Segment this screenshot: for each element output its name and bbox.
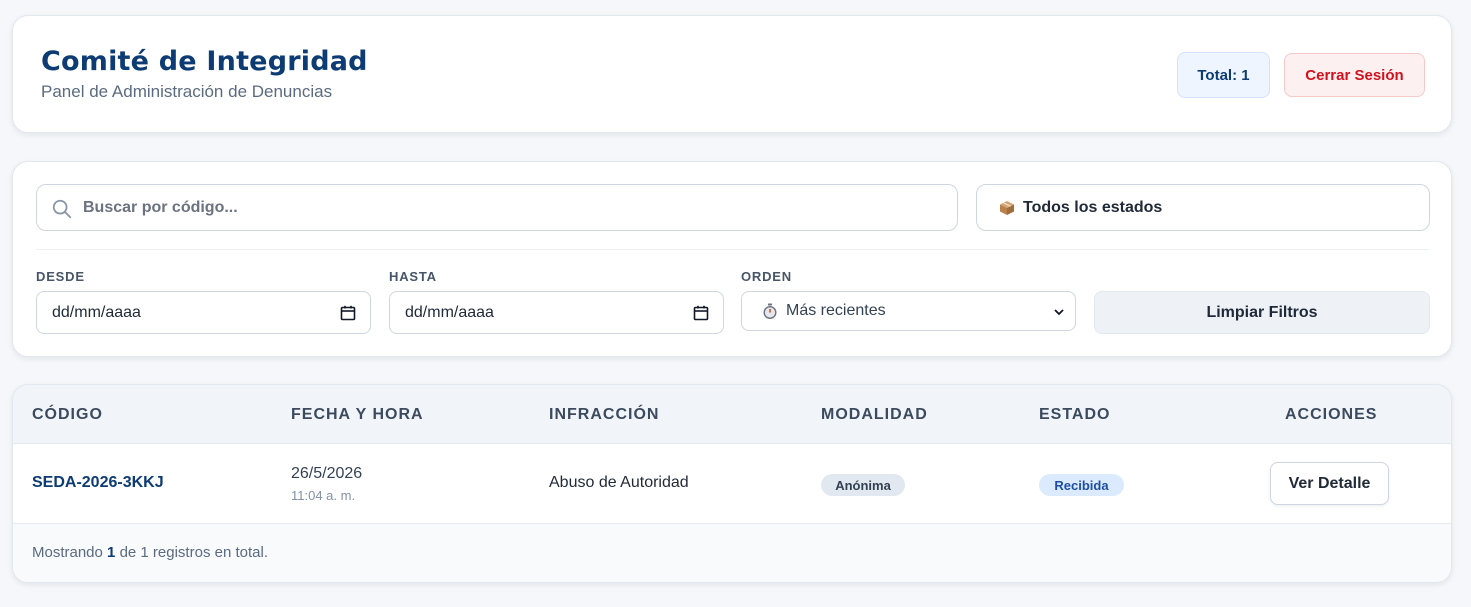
stopwatch-icon <box>763 303 777 319</box>
modality-badge: Anónima <box>821 474 905 496</box>
page-title: Comité de Integridad <box>41 46 368 77</box>
to-date-value: dd/mm/aaaa <box>405 303 494 321</box>
order-select[interactable]: Más recientes <box>741 291 1076 331</box>
column-header-datetime: FECHA Y HORA <box>291 406 424 423</box>
column-header-infraction: INFRACCIÓN <box>549 406 660 423</box>
search-box[interactable] <box>36 184 958 231</box>
table-footer: Mostrando 1 de 1 registros en total. <box>13 524 1451 582</box>
status-filter-select[interactable]: Todos los estados <box>976 184 1430 231</box>
records-summary: Mostrando 1 de 1 registros en total. <box>32 544 268 561</box>
from-date-field[interactable]: dd/mm/aaaa <box>36 291 371 334</box>
column-header-actions: ACCIONES <box>1285 406 1378 423</box>
column-header-status: ESTADO <box>1039 406 1111 423</box>
logout-button[interactable]: Cerrar Sesión <box>1284 53 1425 97</box>
status-badge: Recibida <box>1039 474 1124 496</box>
to-date-field[interactable]: dd/mm/aaaa <box>389 291 724 334</box>
chevron-down-icon <box>1054 309 1064 316</box>
table-header: CÓDIGO FECHA Y HORA INFRACCIÓN MODALIDAD… <box>13 385 1451 444</box>
package-icon <box>1000 200 1014 215</box>
report-infraction: Abuso de Autoridad <box>549 474 689 491</box>
report-date: 26/5/2026 <box>291 465 363 482</box>
records-prefix: Mostrando <box>32 544 103 561</box>
from-date-value: dd/mm/aaaa <box>52 303 141 321</box>
order-label: ORDEN <box>741 269 792 284</box>
filters-card: Todos los estados DESDE dd/mm/aaaa HASTA… <box>12 161 1452 357</box>
page-subtitle: Panel de Administración de Denuncias <box>41 82 333 101</box>
from-label: DESDE <box>36 269 85 284</box>
to-label: HASTA <box>389 269 437 284</box>
records-suffix: de 1 registros en total. <box>119 544 268 561</box>
search-icon <box>52 199 72 219</box>
calendar-icon[interactable] <box>693 305 709 321</box>
column-header-modality: MODALIDAD <box>821 406 928 423</box>
filters-divider <box>36 249 1430 250</box>
column-header-code: CÓDIGO <box>32 406 103 423</box>
report-code: SEDA-2026-3KKJ <box>32 474 164 491</box>
status-filter-label: Todos los estados <box>1023 198 1163 216</box>
clear-filters-button[interactable]: Limpiar Filtros <box>1094 291 1430 334</box>
total-badge: Total: 1 <box>1177 52 1270 98</box>
report-time: 11:04 a. m. <box>291 488 356 503</box>
calendar-icon[interactable] <box>340 305 356 321</box>
table-row: SEDA-2026-3KKJ 26/5/2026 11:04 a. m. Abu… <box>13 444 1451 524</box>
header-card: Comité de Integridad Panel de Administra… <box>12 15 1452 133</box>
view-detail-button[interactable]: Ver Detalle <box>1270 462 1389 505</box>
search-input[interactable] <box>83 185 943 230</box>
order-value: Más recientes <box>786 302 886 319</box>
reports-table: CÓDIGO FECHA Y HORA INFRACCIÓN MODALIDAD… <box>12 384 1452 583</box>
records-shown: 1 <box>107 544 116 561</box>
